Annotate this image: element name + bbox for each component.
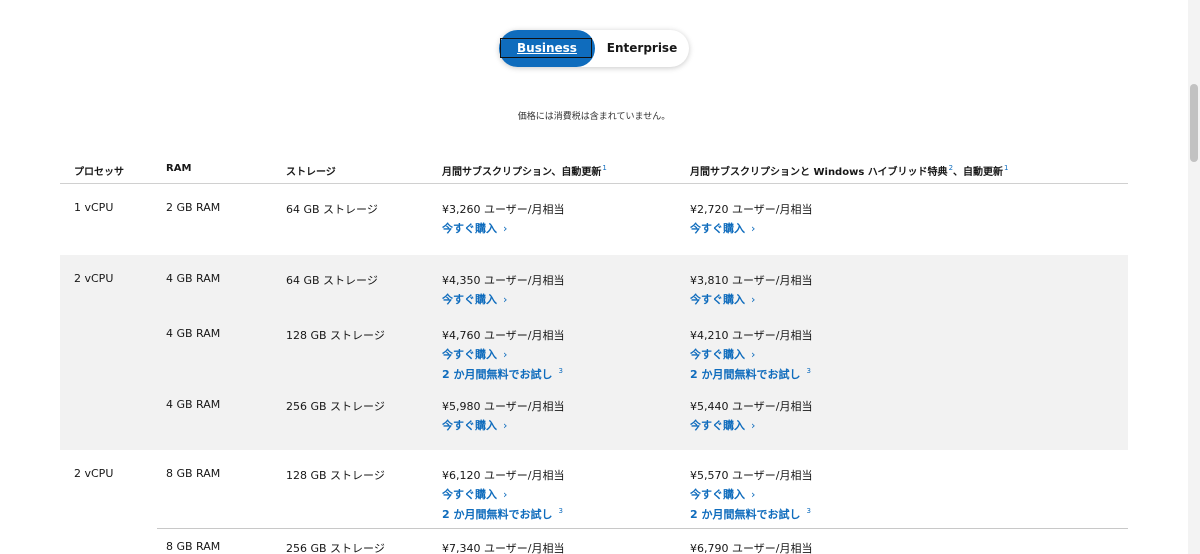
storage-cell: 256 GB ストレージ [286,400,385,413]
chevron-right-icon: › [503,488,508,501]
table-header: プロセッサ RAM ストレージ 月間サブスクリプション、自動更新1 月間サブスク… [60,150,1128,184]
chevron-right-icon: › [751,488,756,501]
chevron-right-icon: › [751,348,756,361]
ram-cell: 4 GB RAM [166,398,221,411]
free-trial-label: 2 か月間無料でお試し [442,368,553,381]
group-2vcpu-8gb: 2 vCPU 8 GB RAM 128 GB ストレージ ¥6,120 ユーザー… [60,450,1128,554]
buy-now-link[interactable]: 今すぐ購入 › [442,220,507,236]
pricing-table: プロセッサ RAM ストレージ 月間サブスクリプション、自動更新1 月間サブスク… [60,150,1128,554]
buy-now-link[interactable]: 今すぐ購入 › [442,291,507,307]
buy-now-label: 今すぐ購入 [690,222,745,235]
free-trial-link[interactable]: 2 か月間無料でお試し 3 [690,366,811,382]
table-row: 1 vCPU 2 GB RAM 64 GB ストレージ ¥3,260 ユーザー/… [60,184,1128,255]
header-hybrid-label: 月間サブスクリプションと Windows ハイブリッド特典 [690,167,948,178]
price-hybrid: ¥3,810 ユーザー/月相当 [690,274,813,287]
buy-now-link[interactable]: 今すぐ購入 › [690,417,755,433]
price-monthly: ¥6,120 ユーザー/月相当 [442,469,565,482]
table-row: 4 GB RAM 128 GB ストレージ ¥4,760 ユーザー/月相当 今す… [60,310,1128,381]
buy-now-label: 今すぐ購入 [442,222,497,235]
chevron-right-icon: › [751,222,756,235]
free-trial-link[interactable]: 2 か月間無料でお試し 3 [690,506,811,522]
header-storage: ストレージ [286,167,336,178]
tax-note: 価格には消費税は含まれていません。 [517,112,671,122]
vertical-scrollbar[interactable] [1188,0,1200,554]
price-hybrid: ¥2,720 ユーザー/月相当 [690,203,813,216]
header-hybrid-suffix: 、自動更新 [953,167,1004,178]
buy-now-link[interactable]: 今すぐ購入 › [442,346,507,362]
buy-now-label: 今すぐ購入 [442,348,497,361]
page: Business Enterprise 価格には消費税は含まれていません。 プロ… [0,0,1200,554]
price-monthly: ¥7,340 ユーザー/月相当 [442,542,565,554]
buy-now-label: 今すぐ購入 [690,348,745,361]
price-monthly: ¥3,260 ユーザー/月相当 [442,203,565,216]
table-row: 2 vCPU 4 GB RAM 64 GB ストレージ ¥4,350 ユーザー/… [60,255,1128,310]
price-monthly: ¥4,760 ユーザー/月相当 [442,329,565,342]
storage-cell: 64 GB ストレージ [286,274,378,287]
enterprise-tab-label: Enterprise [606,41,678,55]
footnote-1[interactable]: 1 [602,164,606,172]
price-monthly: ¥5,980 ユーザー/月相当 [442,400,565,413]
buy-now-label: 今すぐ購入 [442,293,497,306]
group-1vcpu: 1 vCPU 2 GB RAM 64 GB ストレージ ¥3,260 ユーザー/… [60,184,1128,255]
focus-ring [500,38,592,58]
scrollbar-thumb[interactable] [1190,84,1198,162]
buy-now-link[interactable]: 今すぐ購入 › [442,417,507,433]
plan-toggle: Business Enterprise [499,30,689,67]
enterprise-tab[interactable]: Enterprise [595,30,689,67]
free-trial-label: 2 か月間無料でお試し [690,508,801,521]
buy-now-label: 今すぐ購入 [690,488,745,501]
processor-cell: 2 vCPU [74,272,114,285]
buy-now-link[interactable]: 今すぐ購入 › [690,220,755,236]
header-monthly-label: 月間サブスクリプション、自動更新 [442,167,602,178]
chevron-right-icon: › [503,293,508,306]
processor-cell: 2 vCPU [74,467,114,480]
buy-now-link[interactable]: 今すぐ購入 › [690,291,755,307]
chevron-right-icon: › [503,419,508,432]
chevron-right-icon: › [503,348,508,361]
group-2vcpu-4gb: 2 vCPU 4 GB RAM 64 GB ストレージ ¥4,350 ユーザー/… [60,255,1128,450]
buy-now-label: 今すぐ購入 [442,488,497,501]
header-ram: RAM [166,163,192,174]
ram-cell: 8 GB RAM [166,467,221,480]
buy-now-link[interactable]: 今すぐ購入 › [442,486,507,502]
ram-cell: 4 GB RAM [166,272,221,285]
buy-now-link[interactable]: 今すぐ購入 › [690,346,755,362]
footnote-1b[interactable]: 1 [1004,164,1008,172]
processor-cell: 1 vCPU [74,201,114,214]
free-trial-link[interactable]: 2 か月間無料でお試し 3 [442,506,563,522]
chevron-right-icon: › [751,419,756,432]
buy-now-label: 今すぐ購入 [442,419,497,432]
chevron-right-icon: › [503,222,508,235]
ram-cell: 4 GB RAM [166,327,221,340]
price-monthly: ¥4,350 ユーザー/月相当 [442,274,565,287]
business-tab[interactable]: Business [499,30,595,67]
free-trial-link[interactable]: 2 か月間無料でお試し 3 [442,366,563,382]
header-processor: プロセッサ [74,167,124,178]
free-trial-label: 2 か月間無料でお試し [442,508,553,521]
storage-cell: 128 GB ストレージ [286,329,385,342]
ram-cell: 8 GB RAM [166,540,221,553]
chevron-right-icon: › [751,293,756,306]
footnote-3: 3 [806,507,811,515]
buy-now-link[interactable]: 今すぐ購入 › [690,486,755,502]
table-row: 4 GB RAM 256 GB ストレージ ¥5,980 ユーザー/月相当 今す… [60,381,1128,450]
table-row: 2 vCPU 8 GB RAM 128 GB ストレージ ¥6,120 ユーザー… [60,450,1128,528]
free-trial-label: 2 か月間無料でお試し [690,368,801,381]
price-hybrid: ¥5,440 ユーザー/月相当 [690,400,813,413]
storage-cell: 128 GB ストレージ [286,469,385,482]
price-hybrid: ¥5,570 ユーザー/月相当 [690,469,813,482]
buy-now-label: 今すぐ購入 [690,419,745,432]
ram-cell: 2 GB RAM [166,201,221,214]
footnote-3: 3 [558,507,563,515]
footnote-3: 3 [806,367,811,375]
storage-cell: 256 GB ストレージ [286,542,385,554]
buy-now-label: 今すぐ購入 [690,293,745,306]
price-hybrid: ¥6,790 ユーザー/月相当 [690,542,813,554]
price-hybrid: ¥4,210 ユーザー/月相当 [690,329,813,342]
footnote-3: 3 [558,367,563,375]
storage-cell: 64 GB ストレージ [286,203,378,216]
header-monthly: 月間サブスクリプション、自動更新1 [442,163,607,178]
header-hybrid: 月間サブスクリプションと Windows ハイブリッド特典2、自動更新1 [690,163,1009,178]
table-row: 8 GB RAM 256 GB ストレージ ¥7,340 ユーザー/月相当 ¥6… [60,529,1128,554]
